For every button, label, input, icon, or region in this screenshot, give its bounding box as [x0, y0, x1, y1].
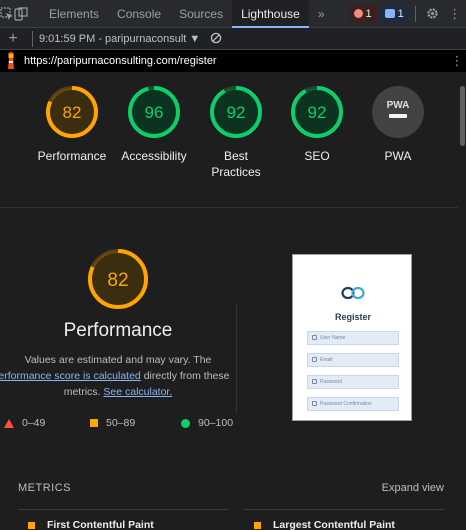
pwa-badge-icon: PWA: [372, 86, 424, 138]
gauge-label: Accessibility: [121, 149, 187, 163]
toolbar-separator: [32, 30, 33, 47]
report-menu-icon[interactable]: ⋮: [448, 53, 466, 69]
device-toolbar-icon[interactable]: [14, 0, 28, 28]
tab-console[interactable]: Console: [108, 0, 170, 28]
legend-average: 50–89: [90, 417, 135, 429]
scrollbar-thumb[interactable]: [460, 86, 465, 146]
site-logo-icon: [341, 286, 365, 300]
message-icon: [384, 9, 395, 18]
register-heading: Register: [334, 312, 371, 322]
gauge-label: SEO: [304, 149, 330, 163]
clear-reports-icon[interactable]: [210, 32, 224, 46]
legend-pass: 90–100: [181, 417, 233, 429]
gauge-score: 92: [227, 103, 246, 122]
gauge-performance[interactable]: 82 Performance: [27, 84, 117, 164]
thumb-field-email: Email: [307, 353, 399, 367]
metric-lcp[interactable]: Largest Contentful Paint: [254, 519, 395, 530]
thumb-field-username: User Name: [307, 331, 399, 345]
gauge-ring: 92: [210, 86, 262, 138]
legend-fail: 0–49: [4, 417, 45, 429]
average-square-icon: [90, 419, 98, 427]
description-line: metrics.: [63, 386, 101, 398]
fail-triangle-icon: [4, 418, 14, 428]
gauge-label: PWA: [384, 149, 412, 163]
new-report-button[interactable]: +: [0, 30, 26, 48]
gauge-pwa[interactable]: PWA PWA: [353, 84, 443, 164]
section-divider: [0, 207, 458, 208]
average-square-icon: [254, 521, 261, 529]
metric-label: First Contentful Paint: [47, 519, 154, 530]
metrics-divider: [18, 509, 228, 510]
gauge-seo[interactable]: 92 SEO: [272, 84, 362, 164]
toolbar-separator: [414, 5, 416, 22]
gauge-score: 92: [308, 103, 327, 122]
score-gauges: 82 Performance 96 Accessibility 92 Best …: [0, 72, 458, 202]
gauge-label: Best Practices: [211, 149, 261, 179]
score-calculated-link[interactable]: performance score is calculated: [0, 370, 141, 382]
gauge-ring: 96: [128, 86, 180, 138]
gauge-best-practices[interactable]: 92 Best Practices: [191, 84, 281, 180]
lighthouse-logo-icon: [0, 50, 24, 72]
performance-description: Values are estimated and may vary. The p…: [0, 352, 236, 400]
gauge-label: Performance: [37, 149, 107, 163]
gauge-ring: 82: [46, 86, 98, 138]
gauge-ring: 92: [291, 86, 343, 138]
error-icon: [353, 9, 363, 18]
legend-label: 90–100: [198, 417, 234, 429]
expand-view-button[interactable]: Expand view: [382, 482, 444, 494]
pass-circle-icon: [181, 418, 190, 428]
gauge-accessibility[interactable]: 96 Accessibility: [109, 84, 199, 164]
see-calculator-link[interactable]: See calculator.: [103, 386, 172, 398]
inspect-element-icon[interactable]: [0, 0, 14, 28]
description-line: Values are estimated and may vary. The: [24, 354, 212, 366]
report-selector[interactable]: 9:01:59 PM - paripurnaconsult ▼: [39, 33, 200, 45]
report-url-bar: https://paripurnaconsulting.com/register…: [0, 50, 466, 72]
messages-count: 1: [397, 7, 404, 20]
description-line: directly from these: [143, 370, 230, 382]
more-tabs-button[interactable]: »: [309, 0, 334, 28]
messages-badge[interactable]: 1: [379, 4, 409, 23]
lighthouse-report: 82 Performance 96 Accessibility 92 Best …: [0, 72, 458, 530]
gear-icon[interactable]: [422, 0, 444, 28]
tab-lighthouse[interactable]: Lighthouse: [232, 0, 309, 28]
page-screenshot-thumbnail[interactable]: Register User Name Email Password Passwo…: [292, 254, 412, 421]
tab-elements[interactable]: Elements: [40, 0, 108, 28]
pwa-badge-text: PWA: [387, 100, 410, 111]
devtools-tab-bar: Elements Console Sources Lighthouse » 1 …: [0, 0, 466, 28]
gauge-score: 82: [63, 103, 82, 122]
vertical-separator: [236, 304, 237, 414]
metric-fcp[interactable]: First Contentful Paint: [28, 519, 154, 530]
errors-count: 1: [365, 7, 372, 20]
more-options-icon[interactable]: ⋮: [444, 0, 466, 28]
performance-title: Performance: [63, 320, 173, 341]
thumb-field-password-confirm: Password Confirmation: [307, 397, 399, 411]
thumb-field-password: Password: [307, 375, 399, 389]
metrics-divider: [244, 509, 444, 510]
performance-score: 82: [107, 270, 128, 291]
report-url: https://paripurnaconsulting.com/register: [24, 55, 217, 67]
lighthouse-report-bar: + 9:01:59 PM - paripurnaconsult ▼: [0, 28, 466, 50]
metrics-heading: METRICS: [18, 482, 71, 494]
tab-sources[interactable]: Sources: [170, 0, 232, 28]
average-square-icon: [28, 521, 35, 529]
metric-label: Largest Contentful Paint: [273, 519, 395, 530]
performance-big-gauge: 82: [86, 247, 150, 316]
legend-label: 50–89: [106, 417, 136, 429]
gauge-score: 96: [145, 103, 164, 122]
errors-badge[interactable]: 1: [348, 4, 377, 23]
score-legend: 0–49 50–89 90–100: [0, 417, 240, 433]
legend-label: 0–49: [22, 417, 46, 429]
